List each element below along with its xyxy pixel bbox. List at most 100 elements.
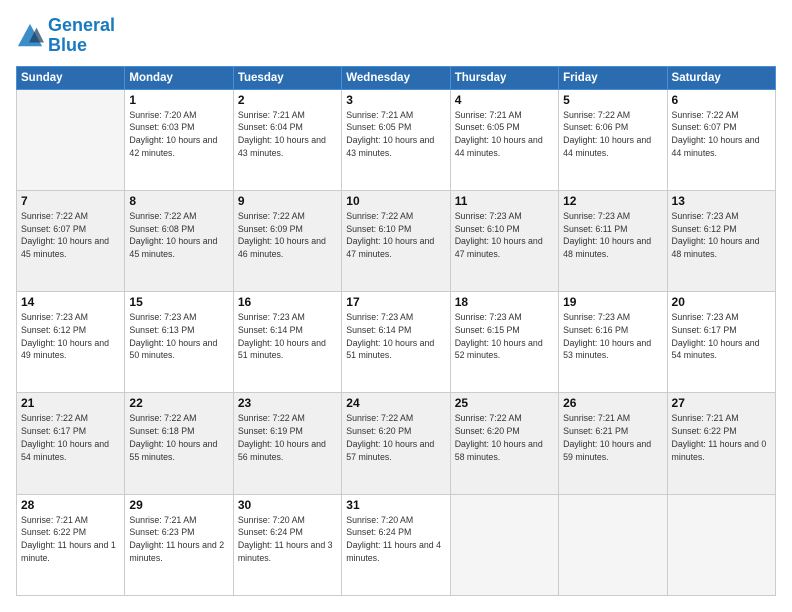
day-number: 13 <box>672 194 771 208</box>
weekday-header-tuesday: Tuesday <box>233 66 341 89</box>
day-info: Sunrise: 7:22 AMSunset: 6:20 PMDaylight:… <box>455 412 554 463</box>
day-info: Sunrise: 7:23 AMSunset: 6:11 PMDaylight:… <box>563 210 662 261</box>
day-info: Sunrise: 7:20 AMSunset: 6:24 PMDaylight:… <box>238 514 337 565</box>
calendar-cell <box>559 494 667 595</box>
day-number: 24 <box>346 396 445 410</box>
calendar-cell: 21 Sunrise: 7:22 AMSunset: 6:17 PMDayligh… <box>17 393 125 494</box>
logo-text: General Blue <box>48 16 115 56</box>
week-row-3: 14 Sunrise: 7:23 AMSunset: 6:12 PMDayligh… <box>17 292 776 393</box>
calendar-cell: 23 Sunrise: 7:22 AMSunset: 6:19 PMDayligh… <box>233 393 341 494</box>
day-number: 6 <box>672 93 771 107</box>
day-info: Sunrise: 7:21 AMSunset: 6:05 PMDaylight:… <box>455 109 554 160</box>
day-info: Sunrise: 7:21 AMSunset: 6:05 PMDaylight:… <box>346 109 445 160</box>
day-number: 22 <box>129 396 228 410</box>
week-row-4: 21 Sunrise: 7:22 AMSunset: 6:17 PMDayligh… <box>17 393 776 494</box>
weekday-header-wednesday: Wednesday <box>342 66 450 89</box>
calendar-cell <box>667 494 775 595</box>
week-row-1: 1Sunrise: 7:20 AMSunset: 6:03 PMDaylight… <box>17 89 776 190</box>
day-number: 7 <box>21 194 120 208</box>
day-info: Sunrise: 7:22 AMSunset: 6:07 PMDaylight:… <box>672 109 771 160</box>
day-number: 31 <box>346 498 445 512</box>
day-number: 25 <box>455 396 554 410</box>
day-info: Sunrise: 7:22 AMSunset: 6:10 PMDaylight:… <box>346 210 445 261</box>
calendar-cell: 15 Sunrise: 7:23 AMSunset: 6:13 PMDayligh… <box>125 292 233 393</box>
calendar-cell: 26 Sunrise: 7:21 AMSunset: 6:21 PMDayligh… <box>559 393 667 494</box>
day-number: 18 <box>455 295 554 309</box>
calendar-cell: 5Sunrise: 7:22 AMSunset: 6:06 PMDaylight… <box>559 89 667 190</box>
day-number: 28 <box>21 498 120 512</box>
calendar-cell: 17Sunrise: 7:23 AMSunset: 6:14 PMDayligh… <box>342 292 450 393</box>
weekday-header-row: SundayMondayTuesdayWednesdayThursdayFrid… <box>17 66 776 89</box>
week-row-2: 7 Sunrise: 7:22 AMSunset: 6:07 PMDaylight… <box>17 190 776 291</box>
calendar-cell: 24Sunrise: 7:22 AMSunset: 6:20 PMDayligh… <box>342 393 450 494</box>
day-number: 14 <box>21 295 120 309</box>
calendar-cell: 31 Sunrise: 7:20 AMSunset: 6:24 PMDayligh… <box>342 494 450 595</box>
day-number: 30 <box>238 498 337 512</box>
day-number: 2 <box>238 93 337 107</box>
day-info: Sunrise: 7:23 AMSunset: 6:15 PMDaylight:… <box>455 311 554 362</box>
day-number: 10 <box>346 194 445 208</box>
header: General Blue <box>16 16 776 56</box>
calendar-cell: 29 Sunrise: 7:21 AMSunset: 6:23 PMDayligh… <box>125 494 233 595</box>
day-number: 19 <box>563 295 662 309</box>
calendar-cell: 7 Sunrise: 7:22 AMSunset: 6:07 PMDaylight… <box>17 190 125 291</box>
day-info: Sunrise: 7:21 AMSunset: 6:04 PMDaylight:… <box>238 109 337 160</box>
calendar-cell: 12 Sunrise: 7:23 AMSunset: 6:11 PMDayligh… <box>559 190 667 291</box>
calendar-cell: 8Sunrise: 7:22 AMSunset: 6:08 PMDaylight… <box>125 190 233 291</box>
calendar-cell: 27Sunrise: 7:21 AMSunset: 6:22 PMDayligh… <box>667 393 775 494</box>
day-number: 27 <box>672 396 771 410</box>
day-number: 21 <box>21 396 120 410</box>
day-info: Sunrise: 7:22 AMSunset: 6:19 PMDaylight:… <box>238 412 337 463</box>
day-number: 20 <box>672 295 771 309</box>
calendar-cell: 20Sunrise: 7:23 AMSunset: 6:17 PMDayligh… <box>667 292 775 393</box>
calendar-cell <box>450 494 558 595</box>
calendar-cell: 30 Sunrise: 7:20 AMSunset: 6:24 PMDayligh… <box>233 494 341 595</box>
calendar-cell: 10 Sunrise: 7:22 AMSunset: 6:10 PMDayligh… <box>342 190 450 291</box>
calendar-cell: 28 Sunrise: 7:21 AMSunset: 6:22 PMDayligh… <box>17 494 125 595</box>
day-info: Sunrise: 7:23 AMSunset: 6:14 PMDaylight:… <box>238 311 337 362</box>
day-info: Sunrise: 7:23 AMSunset: 6:16 PMDaylight:… <box>563 311 662 362</box>
calendar-cell: 6 Sunrise: 7:22 AMSunset: 6:07 PMDaylight… <box>667 89 775 190</box>
day-number: 1 <box>129 93 228 107</box>
day-info: Sunrise: 7:23 AMSunset: 6:12 PMDaylight:… <box>21 311 120 362</box>
calendar-cell: 22 Sunrise: 7:22 AMSunset: 6:18 PMDayligh… <box>125 393 233 494</box>
calendar-cell: 3 Sunrise: 7:21 AMSunset: 6:05 PMDaylight… <box>342 89 450 190</box>
calendar-cell: 4 Sunrise: 7:21 AMSunset: 6:05 PMDaylight… <box>450 89 558 190</box>
day-info: Sunrise: 7:22 AMSunset: 6:06 PMDaylight:… <box>563 109 662 160</box>
day-number: 29 <box>129 498 228 512</box>
calendar-table: SundayMondayTuesdayWednesdayThursdayFrid… <box>16 66 776 596</box>
day-info: Sunrise: 7:22 AMSunset: 6:07 PMDaylight:… <box>21 210 120 261</box>
weekday-header-monday: Monday <box>125 66 233 89</box>
day-number: 12 <box>563 194 662 208</box>
weekday-header-friday: Friday <box>559 66 667 89</box>
calendar-cell: 16 Sunrise: 7:23 AMSunset: 6:14 PMDayligh… <box>233 292 341 393</box>
day-number: 16 <box>238 295 337 309</box>
day-info: Sunrise: 7:23 AMSunset: 6:14 PMDaylight:… <box>346 311 445 362</box>
week-row-5: 28 Sunrise: 7:21 AMSunset: 6:22 PMDayligh… <box>17 494 776 595</box>
calendar-cell: 11Sunrise: 7:23 AMSunset: 6:10 PMDayligh… <box>450 190 558 291</box>
calendar-cell: 13 Sunrise: 7:23 AMSunset: 6:12 PMDayligh… <box>667 190 775 291</box>
day-number: 3 <box>346 93 445 107</box>
day-info: Sunrise: 7:23 AMSunset: 6:12 PMDaylight:… <box>672 210 771 261</box>
day-number: 11 <box>455 194 554 208</box>
day-number: 9 <box>238 194 337 208</box>
day-number: 23 <box>238 396 337 410</box>
page: General Blue SundayMondayTuesdayWednesda… <box>0 0 792 612</box>
day-info: Sunrise: 7:23 AMSunset: 6:13 PMDaylight:… <box>129 311 228 362</box>
day-number: 26 <box>563 396 662 410</box>
day-number: 15 <box>129 295 228 309</box>
day-info: Sunrise: 7:21 AMSunset: 6:22 PMDaylight:… <box>21 514 120 565</box>
logo: General Blue <box>16 16 115 56</box>
logo-icon <box>16 22 44 50</box>
weekday-header-thursday: Thursday <box>450 66 558 89</box>
calendar-cell: 18 Sunrise: 7:23 AMSunset: 6:15 PMDayligh… <box>450 292 558 393</box>
day-number: 4 <box>455 93 554 107</box>
day-info: Sunrise: 7:21 AMSunset: 6:21 PMDaylight:… <box>563 412 662 463</box>
day-info: Sunrise: 7:21 AMSunset: 6:23 PMDaylight:… <box>129 514 228 565</box>
calendar-cell: 9 Sunrise: 7:22 AMSunset: 6:09 PMDaylight… <box>233 190 341 291</box>
day-info: Sunrise: 7:20 AMSunset: 6:24 PMDaylight:… <box>346 514 445 565</box>
day-info: Sunrise: 7:22 AMSunset: 6:18 PMDaylight:… <box>129 412 228 463</box>
day-info: Sunrise: 7:22 AMSunset: 6:09 PMDaylight:… <box>238 210 337 261</box>
calendar-cell: 1Sunrise: 7:20 AMSunset: 6:03 PMDaylight… <box>125 89 233 190</box>
day-info: Sunrise: 7:22 AMSunset: 6:17 PMDaylight:… <box>21 412 120 463</box>
